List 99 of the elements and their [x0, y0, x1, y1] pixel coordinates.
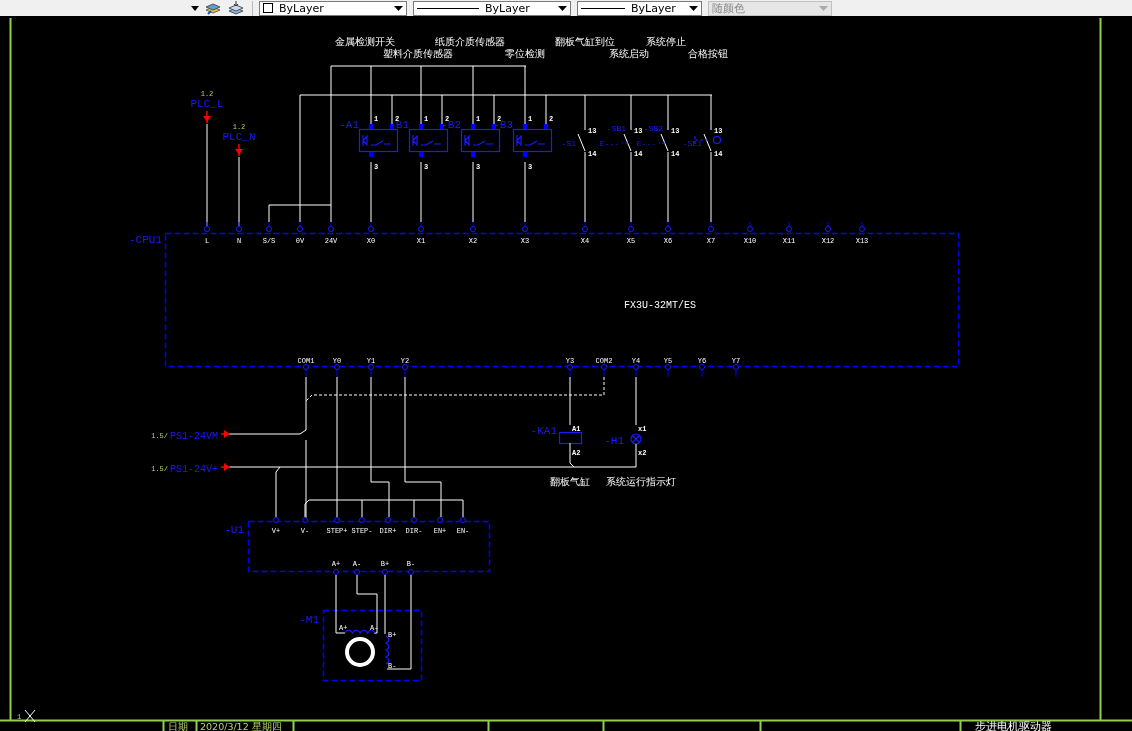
wire — [335, 574, 346, 634]
signal-label: 零位检测 — [505, 48, 545, 59]
arrow-icon — [220, 463, 231, 471]
device-caption: 系统运行指示灯 — [606, 476, 676, 487]
terminal-marker — [522, 226, 528, 232]
caret-icon — [394, 5, 403, 11]
terminal-marker — [665, 226, 671, 232]
device-tag: -KA1 — [530, 425, 557, 437]
terminal-marker — [334, 364, 340, 370]
device-tag: -SE1 — [682, 139, 702, 148]
terminal-marker — [437, 517, 443, 523]
terminal-marker — [633, 364, 639, 370]
terminal-marker — [825, 226, 831, 232]
signal-name: PLC_L — [190, 98, 224, 110]
signal-label: 金属检测开关 — [335, 36, 395, 47]
terminal-marker — [418, 226, 424, 232]
property-dropdown[interactable]: ByLayer — [259, 0, 407, 16]
terminal-marker — [359, 517, 365, 523]
device-tag: -U1 — [224, 524, 244, 536]
terminal-marker — [354, 569, 360, 575]
signal-label: 翻板气缸到位 — [555, 36, 615, 47]
drawing-title: 步进电机驱动器 — [975, 720, 1052, 731]
terminal-marker — [303, 364, 309, 370]
arrow-icon — [203, 110, 211, 124]
arrow-icon — [220, 430, 231, 438]
lamp-symbol — [630, 433, 642, 445]
terminal-marker — [328, 226, 334, 232]
coil-symbol — [344, 629, 376, 634]
terminal-marker — [567, 364, 573, 370]
terminal-marker — [408, 569, 414, 575]
terminal-marker — [699, 364, 705, 370]
terminal-marker — [334, 517, 340, 523]
signal-name: PS1-24V+ — [170, 464, 218, 475]
terminal-marker — [302, 517, 308, 523]
terminal-marker — [382, 569, 388, 575]
date-label: 日期 — [168, 720, 188, 731]
terminal-marker — [368, 226, 374, 232]
device-caption: 翻板气缸 — [550, 476, 590, 487]
motor-rotor-symbol — [345, 637, 375, 667]
pushbutton-symbol — [621, 133, 632, 152]
terminal-marker — [786, 226, 792, 232]
crosshair-icon — [24, 709, 36, 723]
terminal-marker — [402, 364, 408, 370]
actuator-label: E--- — [599, 139, 619, 148]
device-tag: -CPU1 — [129, 234, 162, 246]
device-tag: -H1 — [604, 435, 624, 447]
terminal-marker — [266, 226, 272, 232]
layers-icon[interactable] — [226, 0, 246, 16]
actuator-label: E--- — [636, 139, 656, 148]
signal-name: PS1-24VM — [170, 431, 218, 442]
signal-name: PLC_N — [222, 131, 256, 143]
terminal-marker — [708, 226, 714, 232]
layers-icon[interactable] — [203, 0, 223, 16]
arrow-icon — [235, 143, 243, 157]
caret-icon — [819, 5, 828, 11]
terminal-marker — [582, 226, 588, 232]
property-dropdown[interactable]: ByLayer — [413, 0, 571, 16]
device-tag: -A1 — [339, 119, 359, 131]
device-tag: -SB2 — [643, 124, 663, 133]
signal-label: 合格按钮 — [688, 48, 728, 59]
wire — [735, 369, 737, 378]
terminal-marker — [733, 364, 739, 370]
terminal-marker — [665, 364, 671, 370]
wire — [667, 369, 669, 378]
signal-label: 系统启动 — [609, 48, 649, 59]
caret-icon — [558, 5, 567, 11]
terminal-marker — [859, 226, 865, 232]
device-tag: -S1 — [561, 139, 576, 148]
terminal-marker — [204, 226, 210, 232]
terminal-marker — [236, 226, 242, 232]
caret-icon — [191, 5, 199, 11]
device-tag: -M1 — [299, 614, 319, 626]
relay-coil-symbol — [558, 431, 583, 445]
terminal-marker — [385, 517, 391, 523]
property-dropdown[interactable]: ByLayer — [577, 0, 702, 16]
wire — [356, 574, 378, 634]
date-value: 2020/3/12 星期四 — [200, 720, 282, 731]
pushbutton-symbol — [658, 133, 669, 152]
terminal-marker — [368, 364, 374, 370]
terminal-marker — [628, 226, 634, 232]
device-tag: -SB1 — [606, 124, 626, 133]
coil-symbol — [385, 635, 390, 665]
signal-label: 系统停止 — [646, 36, 686, 47]
terminal-marker — [297, 226, 303, 232]
signal-label: 纸质介质传感器 — [435, 36, 505, 47]
proximity-sensor-symbol — [512, 124, 553, 157]
terminal-marker — [601, 364, 607, 370]
terminal-marker — [411, 517, 417, 523]
property-dropdown: 随颜色 — [708, 0, 832, 16]
terminal-marker — [470, 226, 476, 232]
terminal-marker — [273, 517, 279, 523]
signal-label: 塑料介质传感器 — [383, 48, 453, 59]
model-label: FX3U-32MT/ES — [624, 300, 696, 311]
caret-icon — [689, 5, 698, 11]
terminal-marker — [747, 226, 753, 232]
switch-symbol — [577, 133, 586, 152]
wire — [701, 369, 703, 378]
terminal-marker — [333, 569, 339, 575]
terminal-marker — [460, 517, 466, 523]
